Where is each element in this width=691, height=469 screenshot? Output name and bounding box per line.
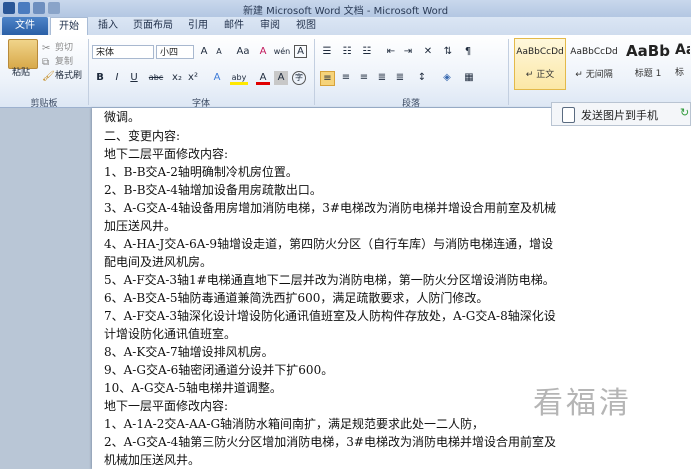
document-line: 9、A-G交A-6轴密闭通道分设并下扩600。	[104, 363, 334, 377]
copy-button[interactable]: 复制	[55, 55, 73, 69]
style-heading-1[interactable]: AaBb 标题 1	[622, 38, 674, 90]
document-line: 2、A-G交A-4轴第三防火分区增加消防电梯，3#电梯改为消防电梯并增设合用前室…	[104, 435, 556, 449]
copy-icon[interactable]: ⧉	[42, 57, 49, 68]
document-line: 6、A-B交A-5轴防毒通道兼简洗西扩600，满足疏散要求，人防门修改。	[104, 291, 489, 305]
tab-review[interactable]: 审阅	[254, 17, 286, 35]
tab-insert[interactable]: 插入	[92, 17, 124, 35]
style-sample: AaBbCcDd	[516, 47, 564, 57]
text-effects-button[interactable]: A	[210, 71, 224, 85]
document-line: 5、A-F交A-3轴1#电梯通直地下二层并改为消防电梯，第一防火分区增设消防电梯…	[104, 273, 555, 287]
style-sample: AaBbCcDd	[570, 47, 618, 57]
style-name: 标题 1	[634, 69, 662, 79]
document-line: 二、变更内容:	[104, 129, 181, 143]
cut-icon[interactable]: ✂	[42, 43, 50, 54]
increase-indent-icon[interactable]: ⇥	[401, 45, 415, 59]
underline-button[interactable]: U	[127, 71, 141, 85]
document-line: 地下二层平面修改内容:	[104, 147, 229, 161]
distribute-icon[interactable]: ≣	[393, 71, 407, 85]
char-border-button[interactable]: A	[294, 45, 307, 58]
justify-icon[interactable]: ≣	[375, 71, 389, 85]
line-spacing-icon[interactable]: ↕	[415, 71, 429, 85]
shrink-font-button[interactable]: A	[212, 45, 226, 59]
document-line: 计增设防化通讯值班室。	[104, 327, 237, 341]
style-sample: AaBb	[626, 42, 670, 60]
align-center-icon[interactable]: ≡	[339, 71, 353, 85]
tab-page-layout[interactable]: 页面布局	[128, 17, 178, 35]
superscript-button[interactable]: x²	[186, 71, 200, 85]
window-title: 新建 Microsoft Word 文档 - Microsoft Word	[242, 6, 449, 17]
borders-icon[interactable]: ▦	[462, 71, 476, 85]
subscript-button[interactable]: x₂	[170, 71, 184, 85]
document-line: 2、B-B交A-4轴增加设备用房疏散出口。	[104, 183, 322, 197]
enclose-char-button[interactable]: 字	[292, 71, 306, 85]
clear-format-button[interactable]: A	[256, 45, 270, 59]
tab-view[interactable]: 视图	[290, 17, 322, 35]
chinese-layout-icon[interactable]: ✕	[421, 45, 435, 59]
shading-icon[interactable]: ◈	[440, 71, 454, 85]
bold-button[interactable]: B	[93, 71, 107, 85]
font-size-select[interactable]: 小四	[156, 45, 194, 59]
format-painter-button[interactable]: 格式刷	[55, 69, 82, 83]
strikethrough-button[interactable]: abc	[146, 71, 166, 85]
document-line: 微调。	[104, 110, 141, 124]
group-separator	[314, 39, 315, 105]
group-separator	[508, 39, 509, 105]
document-line: 8、A-K交A-7轴增设排风机房。	[104, 345, 274, 359]
document-line: 4、A-HA-J交A-6A-9轴增设走道，第四防火分区（自行车库）与消防电梯连通…	[104, 237, 554, 251]
ribbon: 粘贴 ✂ 剪切 ⧉ 复制 🖌 格式刷 剪贴板 宋体 小四 A A Aa A wé…	[0, 35, 691, 109]
tab-mailings[interactable]: 邮件	[218, 17, 250, 35]
document-line: 配电间及进风机房。	[104, 255, 213, 269]
watermark: 看福清	[533, 386, 632, 421]
align-left-icon[interactable]: ≡	[320, 71, 335, 86]
style-sample: Aa	[675, 42, 690, 58]
style-heading-2[interactable]: Aa 标	[674, 38, 691, 90]
paste-icon[interactable]	[8, 39, 38, 69]
document-line: 3、A-G交A-4轴设备用房增加消防电梯，3#电梯改为消防电梯并增设合用前室及机…	[104, 201, 556, 215]
italic-button[interactable]: I	[110, 71, 124, 85]
char-shading-button[interactable]: A	[274, 71, 288, 85]
grow-font-button[interactable]: A	[197, 45, 211, 59]
group-separator	[88, 39, 89, 105]
multilevel-list-icon[interactable]: ☳	[360, 45, 374, 59]
align-right-icon[interactable]: ≡	[357, 71, 371, 85]
document-line: 加压送风井。	[104, 219, 177, 233]
style-name: ↵ 正文	[525, 70, 555, 80]
document-line: 1、B-B交A-2轴明确制冷机房位置。	[104, 165, 298, 179]
workspace-margin	[0, 108, 92, 469]
phonetic-guide-button[interactable]: wén	[272, 45, 292, 59]
show-marks-icon[interactable]: ¶	[461, 45, 475, 59]
bullets-icon[interactable]: ☰	[320, 45, 334, 59]
title-bar: 新建 Microsoft Word 文档 - Microsoft Word	[0, 0, 691, 18]
paste-button[interactable]: 粘贴	[12, 66, 30, 80]
sort-icon[interactable]: ⇅	[441, 45, 455, 59]
format-painter-icon[interactable]: 🖌	[42, 71, 55, 82]
font-name-select[interactable]: 宋体	[92, 45, 154, 59]
style-no-spacing[interactable]: AaBbCcDd ↵ 无间隔	[568, 38, 620, 90]
document-line: 机械加压送风井。	[104, 453, 201, 467]
change-case-button[interactable]: Aa	[234, 45, 252, 59]
style-name: ↵ 无间隔	[575, 70, 613, 80]
tab-file[interactable]: 文件	[2, 17, 48, 35]
document-line: 7、A-F交A-3轴深化设计增设防化通讯值班室及人防构件存放处，A-G交A-8轴…	[104, 309, 556, 323]
cut-button[interactable]: 剪切	[55, 41, 73, 55]
style-normal[interactable]: AaBbCcDd ↵ 正文	[514, 38, 566, 90]
tab-references[interactable]: 引用	[182, 17, 214, 35]
ribbon-tabs: 文件 开始 插入 页面布局 引用 邮件 审阅 视图	[0, 17, 691, 36]
numbering-icon[interactable]: ☷	[340, 45, 354, 59]
tab-home[interactable]: 开始	[50, 17, 88, 36]
style-name: 标	[675, 68, 685, 78]
decrease-indent-icon[interactable]: ⇤	[384, 45, 398, 59]
highlight-button[interactable]: aby	[230, 71, 248, 85]
font-color-button[interactable]: A	[256, 71, 270, 85]
